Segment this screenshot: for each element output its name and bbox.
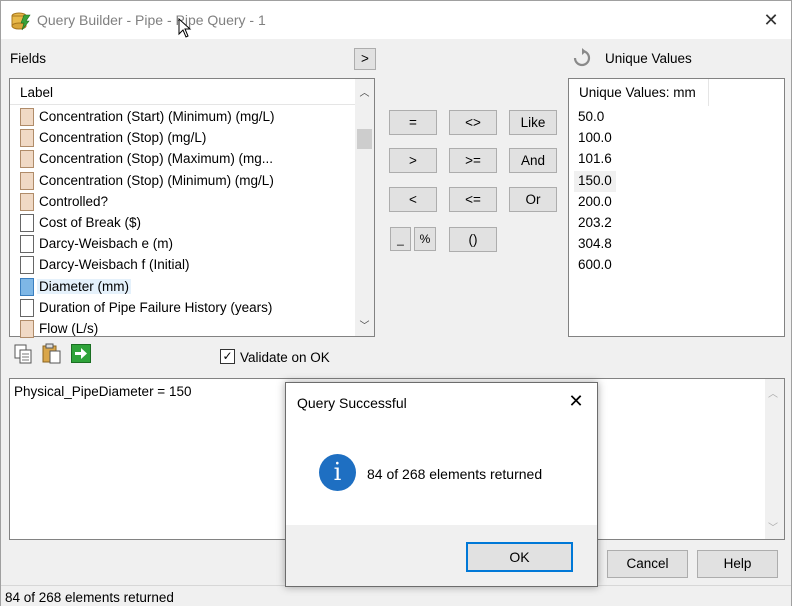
fields-scrollbar[interactable]: ︿ ﹀ <box>355 79 374 336</box>
field-label: Concentration (Stop) (Maximum) (mg... <box>39 151 274 167</box>
field-document-icon <box>20 150 34 169</box>
not-equals-button[interactable]: <> <box>449 110 497 135</box>
unique-values-label: Unique Values <box>605 51 692 66</box>
unique-value-item[interactable]: 50.0 <box>574 107 608 128</box>
expand-fields-button[interactable]: > <box>354 48 376 70</box>
less-than-button[interactable]: < <box>389 187 437 212</box>
dialog-message: 84 of 268 elements returned <box>367 466 543 482</box>
validate-label: Validate on OK <box>240 350 330 365</box>
field-label: Flow (L/s) <box>39 321 99 336</box>
unique-value-item[interactable]: 203.2 <box>574 213 616 234</box>
dialog-close-icon[interactable]: ✕ <box>566 391 586 412</box>
field-label: Controlled? <box>39 193 109 209</box>
field-list-item[interactable]: Concentration (Start) (Minimum) (mg/L) <box>10 106 356 127</box>
editor-scrollbar[interactable]: ︿ ﹀ <box>765 379 784 539</box>
field-list-item[interactable]: Concentration (Stop) (mg/L) <box>10 127 356 148</box>
field-label: Darcy-Weisbach f (Initial) <box>39 257 190 273</box>
unique-values-column-header[interactable]: Unique Values: mm <box>569 79 709 106</box>
field-list-item[interactable]: Cost of Break ($) <box>10 212 356 233</box>
field-document-icon <box>20 256 34 275</box>
validate-checkbox[interactable]: ✓ <box>220 349 235 364</box>
percent-wildcard-button[interactable]: % <box>414 227 436 251</box>
scroll-up-icon[interactable]: ︿ <box>358 84 371 99</box>
window-title: Query Builder - Pipe - Pipe Query - 1 <box>37 12 266 28</box>
query-builder-icon <box>11 12 31 31</box>
greater-equal-button[interactable]: >= <box>449 148 497 173</box>
unique-value-item[interactable]: 150.0 <box>574 170 616 192</box>
field-list-item[interactable]: Duration of Pipe Failure History (years) <box>10 297 356 318</box>
query-text: Physical_PipeDiameter = 150 <box>14 384 192 399</box>
scroll-down-icon[interactable]: ﹀ <box>768 519 778 534</box>
scrollbar-thumb[interactable] <box>357 129 372 149</box>
query-successful-dialog: Query Successful ✕ i 84 of 268 elements … <box>285 382 598 587</box>
cancel-button[interactable]: Cancel <box>607 550 688 578</box>
equals-button[interactable]: = <box>389 110 437 135</box>
unique-values-list[interactable]: Unique Values: mm 50.0 100.0 101.6 150.0 200… <box>568 78 785 337</box>
unique-value-item[interactable]: 101.6 <box>574 149 616 170</box>
field-list-item[interactable]: Concentration (Stop) (Minimum) (mg/L) <box>10 170 356 191</box>
info-icon: i <box>319 454 356 491</box>
like-button[interactable]: Like <box>509 110 557 135</box>
scroll-down-icon[interactable]: ﹀ <box>358 317 371 332</box>
unique-values-column-header-label: Unique Values: mm <box>579 85 696 100</box>
mouse-cursor-icon <box>178 18 192 38</box>
field-label: Cost of Break ($) <box>39 215 142 230</box>
field-label: Concentration (Start) (Minimum) (mg/L) <box>39 109 275 124</box>
fields-label: Fields <box>10 51 47 66</box>
field-list-item[interactable]: Flow (L/s) <box>10 318 356 339</box>
insert-arrow-icon[interactable] <box>71 344 91 363</box>
field-list-item[interactable]: Concentration (Stop) (Maximum) (mg... <box>10 148 356 169</box>
copy-icon[interactable] <box>14 344 33 364</box>
field-label: Concentration (Stop) (mg/L) <box>39 130 207 146</box>
unique-value-item[interactable]: 100.0 <box>574 128 616 149</box>
close-icon[interactable]: ✕ <box>761 10 781 30</box>
field-list-item[interactable]: Diameter (mm) <box>10 276 356 297</box>
fields-list[interactable]: Label Concentration (Start) (Minimum) (m… <box>9 78 375 339</box>
field-document-icon <box>20 235 34 254</box>
and-button[interactable]: And <box>509 148 557 173</box>
field-document-icon <box>20 320 34 338</box>
unique-value-item[interactable]: 600.0 <box>574 255 616 276</box>
field-list-item[interactable]: Darcy-Weisbach e (m) <box>10 233 356 254</box>
field-document-icon <box>20 108 34 126</box>
field-label: Concentration (Stop) (Minimum) (mg/L) <box>39 172 274 188</box>
title-bar: Query Builder - Pipe - Pipe Query - 1 ✕ <box>1 1 791 39</box>
status-text: 84 of 268 elements returned <box>5 590 174 605</box>
ok-button[interactable]: OK <box>466 542 573 572</box>
or-button[interactable]: Or <box>509 187 557 212</box>
greater-than-button[interactable]: > <box>389 148 437 173</box>
field-label: Diameter (mm) <box>37 278 131 294</box>
unique-value-item[interactable]: 304.8 <box>574 234 616 255</box>
unique-value-item[interactable]: 200.0 <box>574 192 616 213</box>
parentheses-button[interactable]: () <box>449 227 497 252</box>
fields-column-header[interactable]: Label <box>10 79 356 105</box>
refresh-icon[interactable] <box>572 48 592 68</box>
field-document-icon <box>20 298 34 317</box>
dialog-footer: OK <box>286 525 597 586</box>
scroll-up-icon[interactable]: ︿ <box>768 385 778 400</box>
field-document-icon <box>20 277 34 296</box>
field-document-icon <box>20 192 34 211</box>
status-bar: 84 of 268 elements returned <box>1 585 791 606</box>
field-document-icon <box>20 171 34 190</box>
help-button[interactable]: Help <box>697 550 778 578</box>
fields-column-header-label: Label <box>20 85 54 100</box>
field-list-item[interactable]: Darcy-Weisbach f (Initial) <box>10 254 356 275</box>
less-equal-button[interactable]: <= <box>449 187 497 212</box>
field-label: Duration of Pipe Failure History (years) <box>39 299 273 315</box>
field-document-icon <box>20 129 34 148</box>
field-document-icon <box>20 214 34 232</box>
field-label: Darcy-Weisbach e (m) <box>39 236 174 252</box>
field-list-item[interactable]: Controlled? <box>10 191 356 212</box>
paste-icon[interactable] <box>42 343 62 364</box>
dialog-title: Query Successful <box>297 395 407 411</box>
underscore-wildcard-button[interactable]: _ <box>390 227 411 251</box>
